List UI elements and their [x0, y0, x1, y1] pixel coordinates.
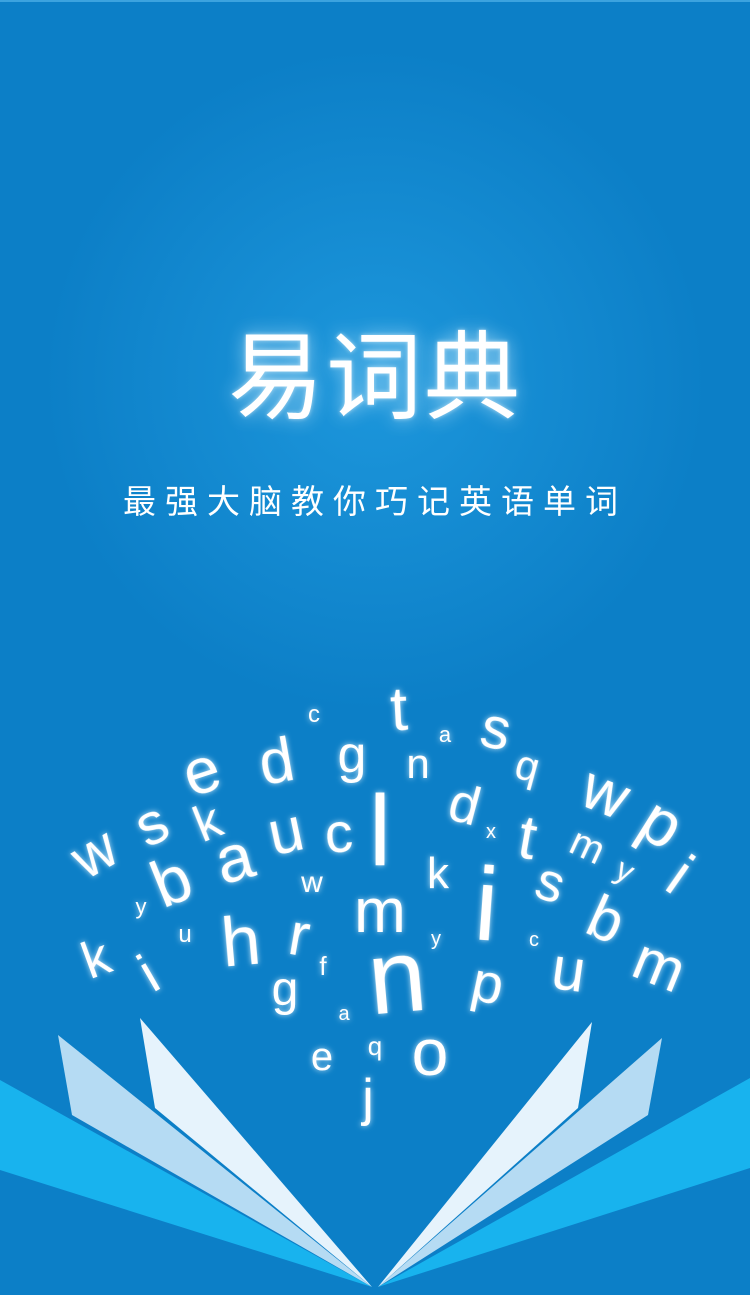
app-slogan: 最强大脑教你巧记英语单词 [123, 482, 627, 521]
splash-screen: 易词典 最强大脑教你巧记英语单词 tcasedgnqwwskbaucldxtmp… [0, 0, 750, 1295]
background-artwork [0, 0, 750, 1295]
app-title: 易词典 [228, 322, 522, 434]
